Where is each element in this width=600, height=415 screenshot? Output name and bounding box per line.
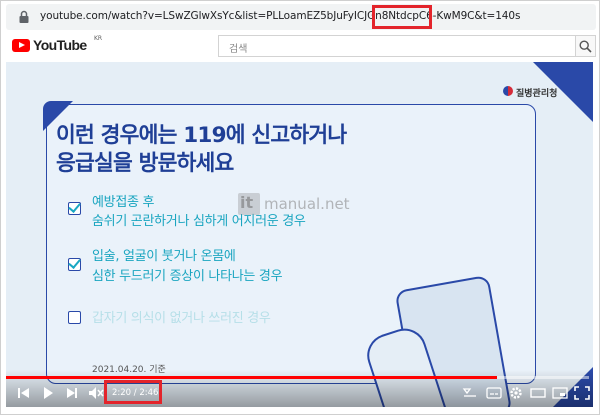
search-icon (579, 40, 592, 53)
play-icon[interactable] (40, 386, 56, 400)
search-input[interactable]: 검색 (218, 35, 576, 57)
fullscreen-icon[interactable] (574, 386, 590, 400)
progress-fill (6, 376, 498, 379)
next-icon[interactable] (64, 386, 80, 400)
video-slide-title-line2: 응급실을 방문하세요 (56, 151, 234, 176)
watermark-text: manual.net (264, 195, 350, 213)
previous-icon[interactable] (16, 386, 32, 400)
list-item-line: 갑자기 의식이 없거나 쓰러진 경우 (92, 311, 271, 326)
video-slide-title-line1: 이런 경우에는 119에 신고하거나 (56, 123, 347, 148)
youtube-region-label: KR (94, 35, 103, 42)
youtube-header: YouTube KR 검색 (6, 30, 596, 62)
address-bar[interactable]: youtube.com/watch?v=LSwZGlwXsYc&list=PLL… (6, 4, 596, 30)
mute-icon[interactable] (88, 386, 104, 400)
url-text: youtube.com/watch?v=LSwZGlwXsYc&list=PLL… (40, 10, 521, 22)
list-item-line: 예방접종 후 (92, 195, 155, 210)
checkbox-icon (68, 202, 81, 215)
time-display-highlight (104, 380, 162, 404)
org-name: 질병관리청 (516, 89, 558, 99)
search-placeholder: 검색 (229, 44, 248, 55)
lock-icon (19, 10, 29, 23)
checkbox-icon (68, 311, 81, 324)
list-item-line: 심한 두드러기 증상이 나타나는 경우 (92, 269, 283, 284)
youtube-logo-text[interactable]: YouTube (33, 37, 87, 53)
video-player[interactable]: 질병관리청 이런 경우에는 119에 신고하거나 응급실을 방문하세요 예방접종… (6, 62, 593, 407)
cast-icon[interactable] (552, 386, 568, 400)
url-timestamp-highlight (372, 5, 432, 29)
subtitles-icon[interactable] (486, 386, 502, 400)
settings-gear-icon[interactable] (508, 386, 524, 400)
list-item-line: 입술, 얼굴이 붓거나 온몸에 (92, 249, 236, 264)
miniplayer-icon[interactable] (462, 386, 478, 400)
kdca-logo-icon (503, 86, 513, 96)
youtube-logo-icon[interactable] (12, 39, 30, 52)
search-button[interactable] (576, 35, 596, 57)
watermark-logo-text: it (240, 193, 254, 212)
theater-mode-icon[interactable] (530, 386, 546, 400)
checkbox-icon (68, 258, 81, 271)
